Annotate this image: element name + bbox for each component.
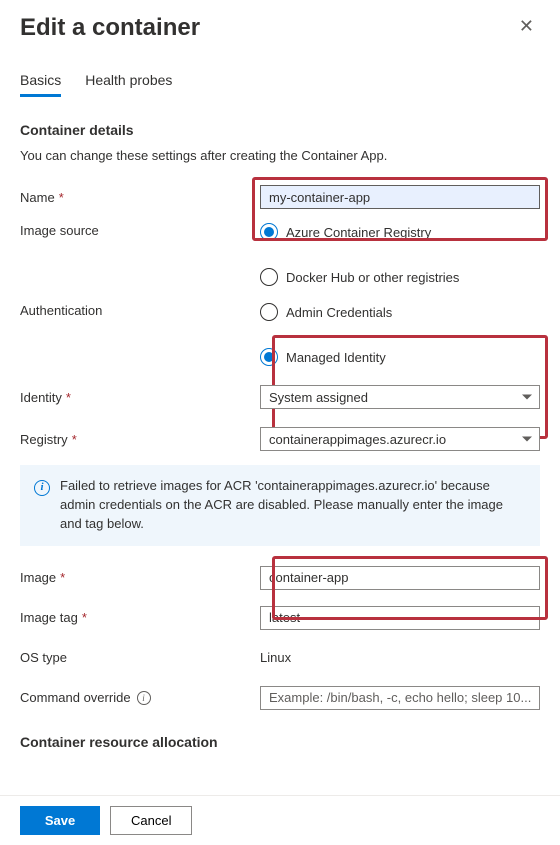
tab-health-probes[interactable]: Health probes (85, 66, 172, 97)
radio-icon (260, 268, 278, 286)
required-indicator: * (72, 432, 77, 447)
close-button[interactable]: ✕ (513, 14, 540, 39)
cancel-button[interactable]: Cancel (110, 806, 192, 835)
radio-azure-container-registry[interactable]: Azure Container Registry (260, 223, 540, 241)
info-icon[interactable]: i (137, 691, 151, 705)
radio-icon (260, 303, 278, 321)
save-button[interactable]: Save (20, 806, 100, 835)
image-tag-input[interactable] (260, 606, 540, 630)
section-title-resource-allocation: Container resource allocation (20, 734, 540, 750)
registry-select[interactable] (260, 427, 540, 451)
section-description: You can change these settings after crea… (20, 148, 540, 163)
radio-label: Azure Container Registry (286, 225, 431, 240)
os-type-value: Linux (260, 650, 291, 665)
info-message: Failed to retrieve images for ACR 'conta… (60, 477, 526, 534)
image-label: Image (20, 570, 56, 585)
image-source-label: Image source (20, 223, 99, 238)
name-label: Name (20, 190, 55, 205)
tabs: Basics Health probes (20, 66, 540, 98)
required-indicator: * (59, 190, 64, 205)
close-icon: ✕ (519, 16, 534, 36)
radio-label: Managed Identity (286, 350, 386, 365)
required-indicator: * (66, 390, 71, 405)
radio-admin-credentials[interactable]: Admin Credentials (260, 303, 540, 321)
info-banner: i Failed to retrieve images for ACR 'con… (20, 465, 540, 546)
radio-label: Docker Hub or other registries (286, 270, 459, 285)
command-override-label: Command override (20, 690, 131, 705)
name-input[interactable] (260, 185, 540, 209)
identity-label: Identity (20, 390, 62, 405)
command-override-input[interactable] (260, 686, 540, 710)
tab-basics[interactable]: Basics (20, 66, 61, 97)
radio-label: Admin Credentials (286, 305, 392, 320)
footer: Save Cancel (0, 795, 560, 845)
radio-icon (260, 223, 278, 241)
info-icon: i (34, 480, 50, 496)
section-title-container-details: Container details (20, 122, 540, 138)
radio-icon (260, 348, 278, 366)
radio-managed-identity[interactable]: Managed Identity (260, 348, 540, 366)
required-indicator: * (82, 610, 87, 625)
registry-label: Registry (20, 432, 68, 447)
identity-select[interactable] (260, 385, 540, 409)
image-input[interactable] (260, 566, 540, 590)
radio-docker-hub[interactable]: Docker Hub or other registries (260, 268, 540, 286)
required-indicator: * (60, 570, 65, 585)
panel-title: Edit a container (20, 14, 200, 42)
os-type-label: OS type (20, 650, 67, 665)
authentication-label: Authentication (20, 303, 102, 318)
image-tag-label: Image tag (20, 610, 78, 625)
